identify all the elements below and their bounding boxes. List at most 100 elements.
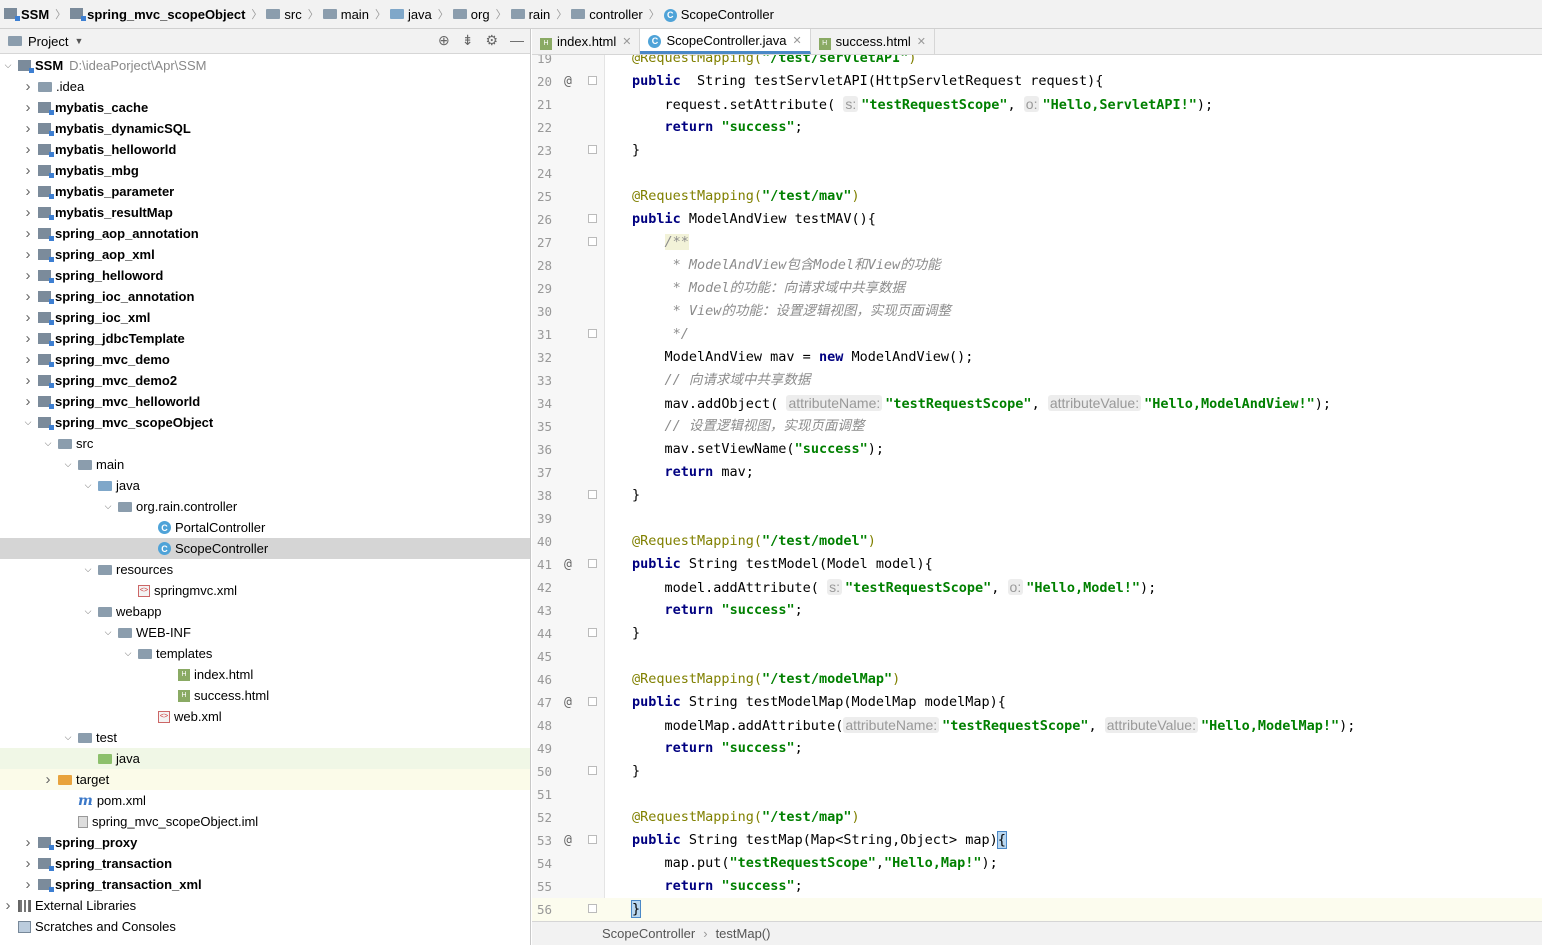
tree-item[interactable]: ⌵ test [0, 727, 530, 748]
chevron-right-icon[interactable]: › [22, 372, 34, 389]
close-icon[interactable]: ✕ [917, 35, 926, 48]
code-line[interactable]: 33 // 向请求域中共享数据 [532, 369, 1542, 392]
fold-marker-icon[interactable] [588, 904, 597, 913]
code-line[interactable]: 19 @RequestMapping("/test/servletAPI") [532, 55, 1542, 70]
breadcrumb-item[interactable]: rain [510, 7, 550, 22]
code-line[interactable]: 48 modelMap.addAttribute(attributeName: "… [532, 714, 1542, 737]
tree-item[interactable]: <> web.xml [0, 706, 530, 727]
chevron-right-icon[interactable]: › [22, 246, 34, 263]
code-line[interactable]: 36 mav.setViewName("success"); [532, 438, 1542, 461]
tree-item[interactable]: ⌵ resources [0, 559, 530, 580]
breadcrumb-item[interactable]: java [389, 7, 432, 22]
code-line[interactable]: 37 return mav; [532, 461, 1542, 484]
tree-item[interactable]: ⌵ src [0, 433, 530, 454]
code-line[interactable]: 45 [532, 645, 1542, 668]
breadcrumb-item[interactable]: main [322, 7, 369, 22]
tree-item[interactable]: › spring_transaction_xml [0, 874, 530, 895]
chevron-right-icon[interactable]: › [22, 288, 34, 305]
chevron-right-icon[interactable]: › [22, 78, 34, 95]
tree-item[interactable]: C ScopeController [0, 538, 530, 559]
tree-item[interactable]: › spring_transaction [0, 853, 530, 874]
tree-item[interactable]: › mybatis_parameter [0, 181, 530, 202]
chevron-down-icon[interactable]: ⌵ [2, 60, 14, 71]
chevron-right-icon[interactable]: › [22, 855, 34, 872]
chevron-down-icon[interactable]: ⌵ [62, 459, 74, 470]
breadcrumb-item[interactable]: SSM [4, 7, 49, 22]
chevron-right-icon[interactable]: › [42, 771, 54, 788]
breadcrumb-item[interactable]: C ScopeController [663, 6, 774, 22]
tree-item[interactable]: ⌵ SSM D:\ideaPorject\Apr\SSM [0, 55, 530, 76]
fold-marker-icon[interactable] [588, 145, 597, 154]
chevron-right-icon[interactable]: › [22, 225, 34, 242]
breadcrumb-item[interactable]: spring_mvc_scopeObject [70, 7, 245, 22]
tree-item[interactable]: › spring_aop_xml [0, 244, 530, 265]
code-line[interactable]: 34 mav.addObject( attributeName: "testReq… [532, 392, 1542, 415]
tree-item[interactable]: Scratches and Consoles [0, 916, 530, 937]
fold-marker-icon[interactable] [588, 329, 597, 338]
tree-item[interactable]: ⌵ templates [0, 643, 530, 664]
chevron-down-icon[interactable]: ▼ [74, 36, 83, 46]
code-line[interactable]: 21 request.setAttribute( s: "testRequestS… [532, 93, 1542, 116]
close-icon[interactable]: ✕ [792, 34, 801, 47]
breadcrumb-method[interactable]: testMap() [716, 926, 771, 941]
code-line[interactable]: 38} [532, 484, 1542, 507]
tree-item[interactable]: › target [0, 769, 530, 790]
project-view-selector[interactable]: Project [28, 34, 68, 49]
tree-item[interactable]: ⌵ webapp [0, 601, 530, 622]
collapse-all-icon[interactable]: ⇟ [462, 32, 474, 49]
fold-marker-icon[interactable] [588, 76, 597, 85]
tree-item[interactable]: ⌵ spring_mvc_scopeObject [0, 412, 530, 433]
code-line[interactable]: 29 * Model的功能：向请求域中共享数据 [532, 277, 1542, 300]
chevron-right-icon[interactable]: › [22, 204, 34, 221]
chevron-right-icon[interactable]: › [22, 309, 34, 326]
editor-tab[interactable]: Hindex.html ✕ [532, 29, 641, 54]
tree-item[interactable]: › mybatis_cache [0, 97, 530, 118]
code-line[interactable]: 52 @RequestMapping("/test/map") [532, 806, 1542, 829]
fold-marker-icon[interactable] [588, 214, 597, 223]
code-line[interactable]: 49 return "success"; [532, 737, 1542, 760]
code-editor[interactable]: 19 @RequestMapping("/test/servletAPI") 20 @… [532, 55, 1542, 921]
tree-item[interactable]: › spring_mvc_demo2 [0, 370, 530, 391]
tree-item[interactable]: m pom.xml [0, 790, 530, 811]
chevron-right-icon[interactable]: › [22, 393, 34, 410]
code-line[interactable]: 23} [532, 139, 1542, 162]
tree-item[interactable]: › spring_jdbcTemplate [0, 328, 530, 349]
chevron-down-icon[interactable]: ⌵ [62, 732, 74, 743]
code-line[interactable]: 35 // 设置逻辑视图，实现页面调整 [532, 415, 1542, 438]
code-line[interactable]: 43 return "success"; [532, 599, 1542, 622]
tree-item[interactable]: › spring_aop_annotation [0, 223, 530, 244]
fold-marker-icon[interactable] [588, 490, 597, 499]
tree-item[interactable]: › .idea [0, 76, 530, 97]
chevron-down-icon[interactable]: ⌵ [42, 438, 54, 449]
tree-item[interactable]: java [0, 748, 530, 769]
code-line[interactable]: 26 public ModelAndView testMAV(){ [532, 208, 1542, 231]
code-line[interactable]: 55 return "success"; [532, 875, 1542, 898]
code-line[interactable]: 51 [532, 783, 1542, 806]
tree-item[interactable]: ⌵ org.rain.controller [0, 496, 530, 517]
code-line[interactable]: 20 @ public String testServletAPI(HttpServ… [532, 70, 1542, 93]
chevron-right-icon[interactable]: › [2, 897, 14, 914]
gear-icon[interactable]: ⚙ [485, 32, 498, 49]
override-marker-icon[interactable]: @ [564, 553, 572, 576]
breadcrumb-item[interactable]: controller [571, 7, 643, 22]
code-line[interactable]: 50} [532, 760, 1542, 783]
tree-item[interactable]: spring_mvc_scopeObject.iml [0, 811, 530, 832]
override-marker-icon[interactable]: @ [564, 829, 572, 852]
chevron-right-icon[interactable]: › [22, 183, 34, 200]
code-line[interactable]: 44} [532, 622, 1542, 645]
code-line[interactable]: 22 return "success"; [532, 116, 1542, 139]
tree-item[interactable]: › mybatis_helloworld [0, 139, 530, 160]
fold-marker-icon[interactable] [588, 237, 597, 246]
code-line[interactable]: 47 @ public String testModelMap(ModelMap m… [532, 691, 1542, 714]
chevron-right-icon[interactable]: › [22, 351, 34, 368]
code-line[interactable]: 32 ModelAndView mav = new ModelAndView()… [532, 346, 1542, 369]
chevron-right-icon[interactable]: › [22, 876, 34, 893]
tree-item[interactable]: Hindex.html [0, 664, 530, 685]
chevron-right-icon[interactable]: › [22, 141, 34, 158]
tree-item[interactable]: ⌵ main [0, 454, 530, 475]
minimize-icon[interactable]: — [510, 32, 524, 49]
tree-item[interactable]: › spring_ioc_annotation [0, 286, 530, 307]
tree-item[interactable]: › spring_ioc_xml [0, 307, 530, 328]
chevron-down-icon[interactable]: ⌵ [122, 648, 134, 659]
tree-item[interactable]: › spring_mvc_demo [0, 349, 530, 370]
